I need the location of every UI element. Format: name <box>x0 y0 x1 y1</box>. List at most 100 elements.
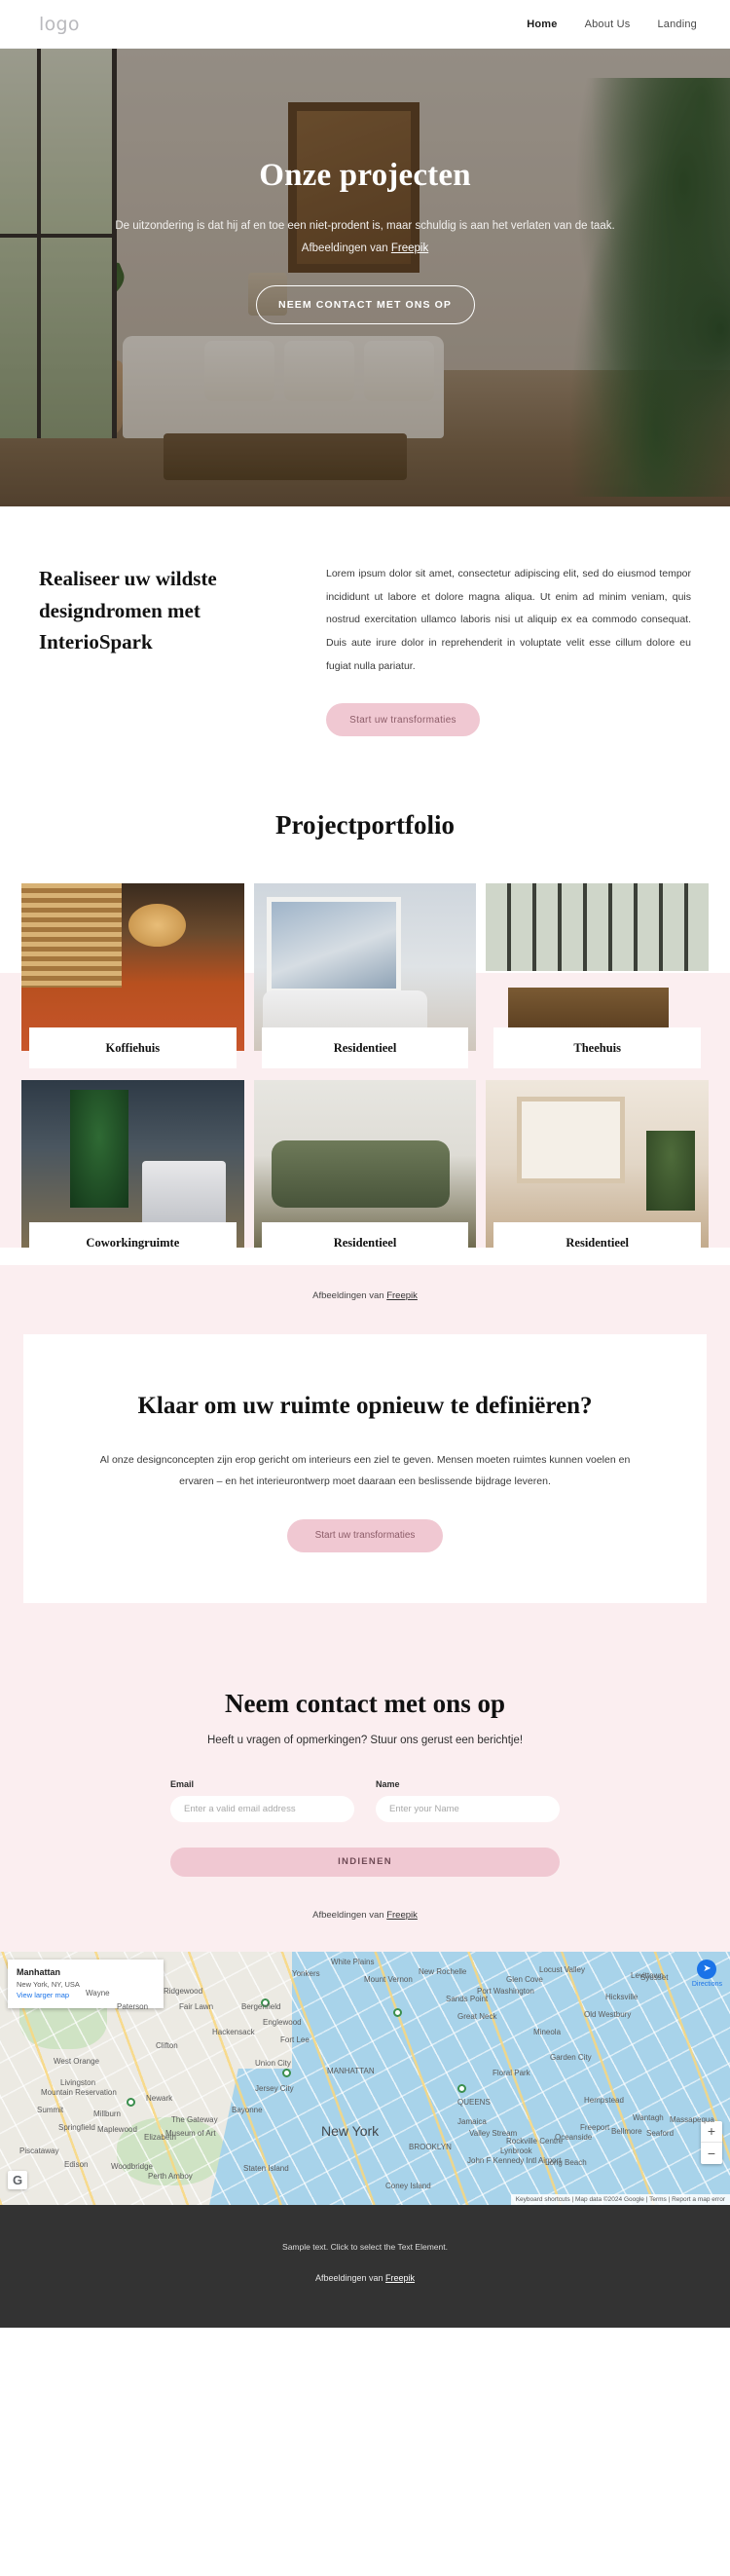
google-logo: G <box>8 2170 28 2189</box>
map-label: Newark <box>146 2093 173 2103</box>
map-label: Garden City <box>550 2052 592 2062</box>
nav-item-home[interactable]: Home <box>527 19 557 30</box>
contact-credit-text: Afbeeldingen van <box>312 1909 387 1921</box>
map-label: Old Westbury <box>584 2009 632 2019</box>
name-input[interactable] <box>376 1795 560 1822</box>
map-label: John F Kennedy Intl Airport <box>467 2155 562 2165</box>
portfolio-card-residentieel-2[interactable]: Residentieel <box>253 1080 477 1264</box>
map-marker-3[interactable] <box>127 2097 135 2107</box>
map-label: Hicksville <box>605 1992 639 2001</box>
map-label: QUEENS <box>457 2097 491 2107</box>
map-marker-5[interactable] <box>393 2007 402 2017</box>
intro-left-column: Realiseer uw wildste designdromen met In… <box>39 563 287 736</box>
contact-credit: Afbeeldingen van Freepik <box>0 1910 730 1921</box>
map-label: Rockville Centre <box>506 2136 564 2146</box>
intro-right-column: Lorem ipsum dolor sit amet, consectetur … <box>326 563 691 737</box>
portfolio-credit: Afbeeldingen van Freepik <box>0 1265 730 1335</box>
portfolio-row-2: Coworkingruimte Residentieel Residentiee… <box>21 1080 710 1264</box>
map-attribution: Keyboard shortcuts | Map data ©2024 Goog… <box>510 2193 730 2205</box>
map-label: Seaford <box>646 2128 675 2138</box>
footer-credit: Afbeeldingen van Freepik <box>0 2273 730 2283</box>
map-label: Perth Amboy <box>148 2171 193 2181</box>
nav-item-landing[interactable]: Landing <box>657 19 697 30</box>
map-directions-label: Directions <box>691 1980 722 1988</box>
map-zoom-controls[interactable]: + − <box>701 2120 722 2164</box>
portfolio-row-1: Koffiehuis Residentieel Theehuis <box>21 883 709 1069</box>
cta-transform-button[interactable]: Start uw transformaties <box>287 1518 443 1552</box>
map-label: Floral Park <box>493 2068 530 2077</box>
intro-transform-button[interactable]: Start uw transformaties <box>326 703 480 737</box>
map-label: Jamaica <box>457 2116 487 2126</box>
portfolio-label-koffiehuis: Koffiehuis <box>29 1027 237 1069</box>
map-embed[interactable]: New York Manhattan New York, NY, USA Vie… <box>0 1951 730 2205</box>
map-zoom-in-button[interactable]: + <box>701 2121 722 2143</box>
portfolio-card-theehuis[interactable]: Theehuis <box>486 883 709 1069</box>
site-header: logo Home About Us Landing <box>0 0 730 49</box>
directions-icon: ➤ <box>697 1959 717 1979</box>
map-label: Jersey City <box>255 2083 294 2093</box>
footer-sample-text[interactable]: Sample text. Click to select the Text El… <box>0 2242 730 2252</box>
submit-button[interactable]: INDIENEN <box>170 1847 560 1877</box>
hero-title: Onze projecten <box>259 158 471 193</box>
map-label: Syosset <box>640 1972 669 1982</box>
portfolio-label-residentieel-2: Residentieel <box>261 1222 469 1264</box>
map-label: Bayonne <box>232 2105 263 2114</box>
map-directions-button[interactable]: ➤ Directions <box>691 1959 722 1988</box>
cta-body-text: Al onze designconcepten zijn erop gerich… <box>99 1453 631 1487</box>
name-label: Name <box>376 1778 400 1789</box>
contact-section: Neem contact met ons op Heeft u vragen o… <box>0 1670 730 1952</box>
map-marker-4[interactable] <box>457 2083 466 2093</box>
map-label: Summit <box>37 2105 64 2114</box>
nav-item-about-us[interactable]: About Us <box>585 19 631 30</box>
map-label: Hackensack <box>212 2027 255 2036</box>
map-label: Coney Island <box>385 2181 431 2190</box>
name-field-group: Name <box>376 1779 560 1822</box>
portfolio-card-residentieel-1[interactable]: Residentieel <box>253 883 477 1069</box>
portfolio-grid: Koffiehuis Residentieel Theehuis Coworki… <box>0 883 730 1264</box>
logo[interactable]: logo <box>39 14 80 35</box>
cta-card: Klaar om uw ruimte opnieuw te definiëren… <box>23 1334 707 1603</box>
map-label: Union City <box>255 2058 291 2068</box>
map-label: Springfield <box>58 2122 95 2132</box>
hero-contact-button[interactable]: NEEM CONTACT MET ONS OP <box>255 285 475 324</box>
intro-body-text: Lorem ipsum dolor sit amet, consectetur … <box>326 568 691 672</box>
map-label: Ridgewood <box>164 1986 203 1996</box>
contact-freepik-link[interactable]: Freepik <box>386 1910 418 1921</box>
map-label: Bellmore <box>611 2126 642 2136</box>
portfolio-card-coworkingruimte[interactable]: Coworkingruimte <box>21 1080 244 1264</box>
email-input[interactable] <box>170 1795 354 1822</box>
map-label: Piscataway <box>19 2146 59 2155</box>
cta-section: Klaar om uw ruimte opnieuw te definiëren… <box>0 1334 730 1671</box>
map-label: Sands Point <box>446 1994 489 2003</box>
map-label: Maplewood <box>97 2124 137 2134</box>
map-label: Wantagh <box>633 2112 664 2122</box>
map-city-label: New York <box>321 2122 380 2139</box>
map-label: Mineola <box>533 2027 562 2036</box>
portfolio-card-residentieel-3[interactable]: Residentieel <box>486 1080 710 1264</box>
contact-title: Neem contact met ons op <box>225 1688 505 1718</box>
hero-freepik-link[interactable]: Freepik <box>391 243 428 254</box>
portfolio-image-theehuis <box>486 883 709 1051</box>
map-label: Englewood <box>263 2017 302 2027</box>
portfolio-label-theehuis: Theehuis <box>493 1027 702 1069</box>
map-label: Livingston <box>60 2077 96 2087</box>
map-label: The Gateway <box>171 2114 218 2124</box>
email-label: Email <box>170 1778 195 1789</box>
portfolio-freepik-link[interactable]: Freepik <box>386 1290 418 1301</box>
hero-subtitle-text: De uitzondering is dat hij af en toe een… <box>115 220 615 254</box>
map-place-title: Manhattan <box>17 1966 60 1977</box>
footer-credit-text: Afbeeldingen van <box>314 2272 386 2283</box>
map-marker-1[interactable] <box>282 2068 291 2077</box>
intro-section: Realiseer uw wildste designdromen met In… <box>0 506 730 805</box>
portfolio-title: Projectportfolio <box>275 810 455 840</box>
map-view-larger-link[interactable]: View larger map <box>17 1991 69 1999</box>
map-label: Yonkers <box>292 1968 320 1978</box>
main-nav: Home About Us Landing <box>527 19 697 30</box>
map-zoom-out-button[interactable]: − <box>701 2143 722 2164</box>
map-label: Mount Vernon <box>364 1974 413 1984</box>
portfolio-card-koffiehuis[interactable]: Koffiehuis <box>21 883 244 1069</box>
map-label: Glen Cove <box>506 1974 543 1984</box>
map-label: Wayne <box>86 1988 110 1997</box>
site-footer: Sample text. Click to select the Text El… <box>0 2204 730 2328</box>
footer-freepik-link[interactable]: Freepik <box>385 2273 415 2283</box>
